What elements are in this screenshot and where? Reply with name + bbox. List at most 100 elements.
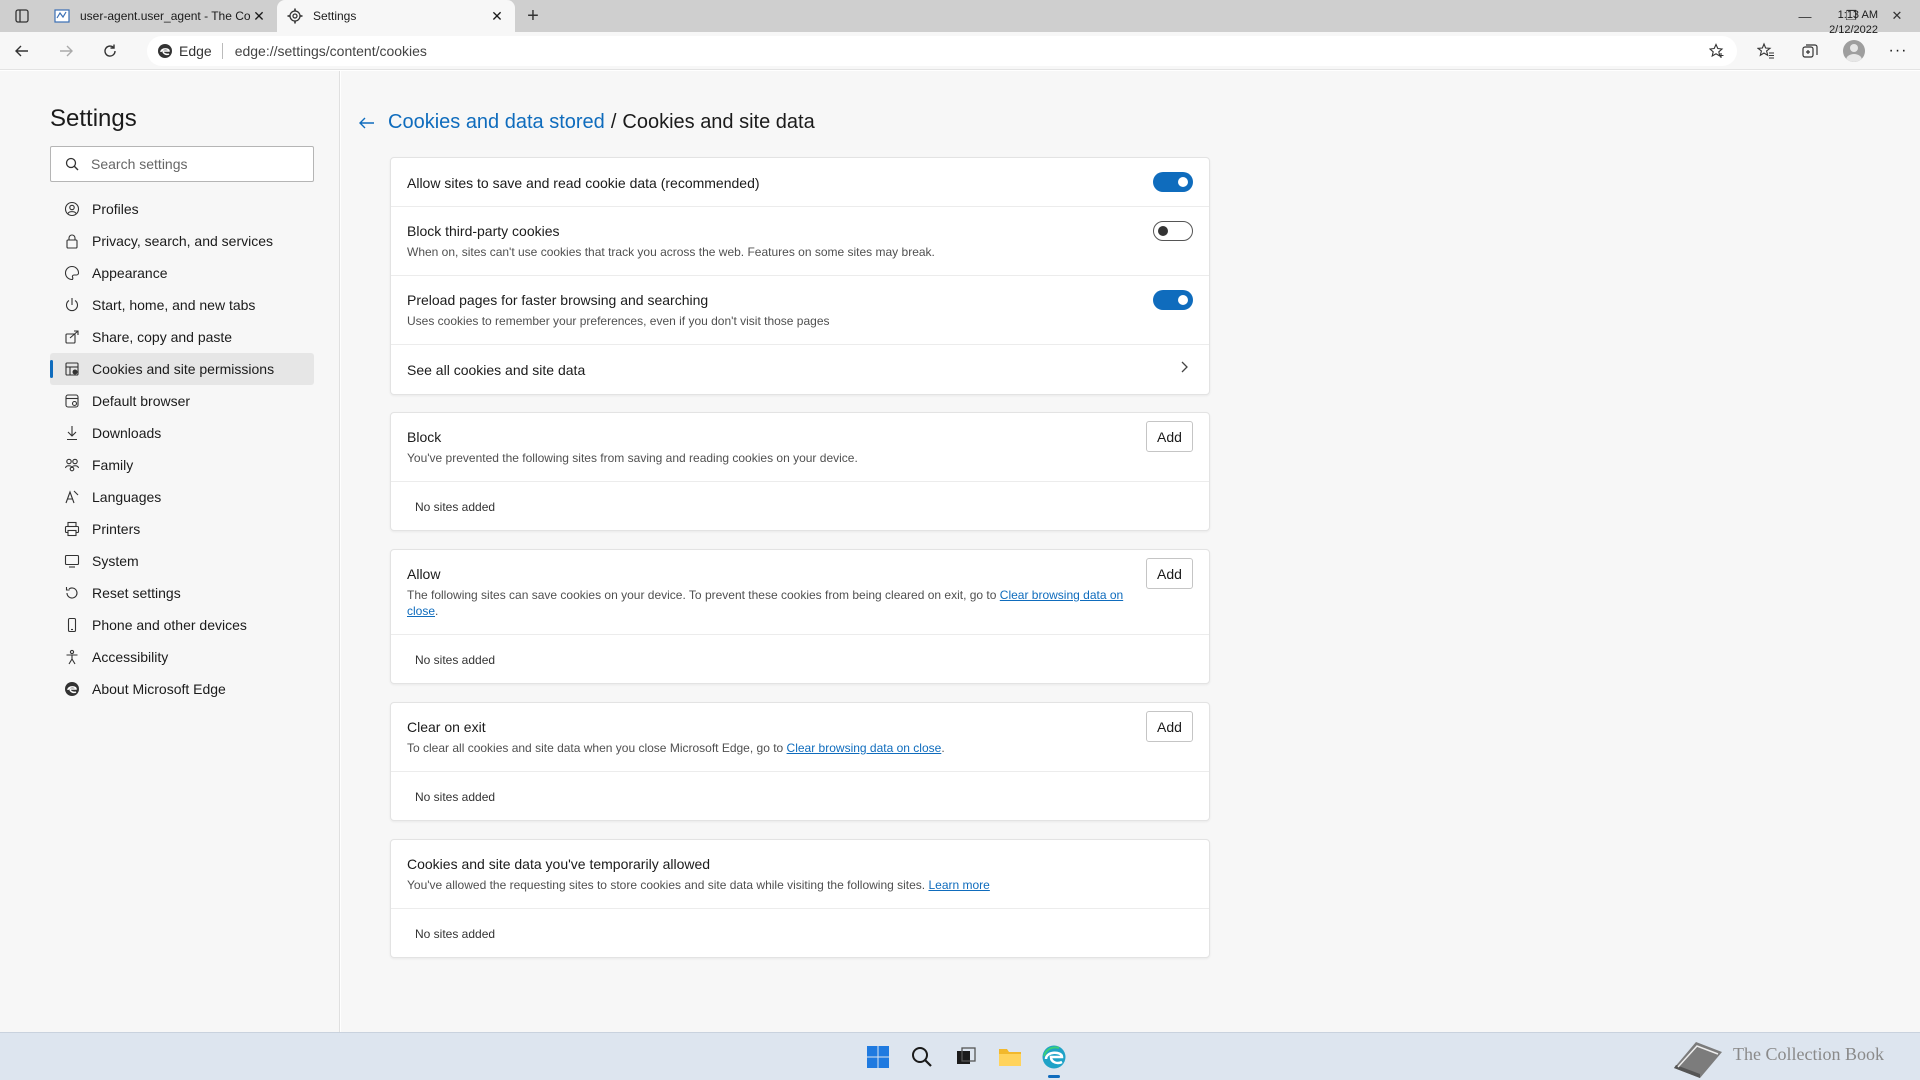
tab-settings[interactable]: Settings ✕ <box>277 0 515 32</box>
sidebar-item-printers[interactable]: Printers <box>50 513 314 545</box>
allow-cookies-toggle[interactable] <box>1153 172 1193 192</box>
block-card: Block You've prevented the following sit… <box>390 412 1210 531</box>
sidebar-item-profiles[interactable]: Profiles <box>50 193 314 225</box>
sidebar-item-cookies[interactable]: Cookies and site permissions <box>50 353 314 385</box>
block-empty-text: No sites added <box>415 500 496 514</box>
temp-empty-row: No sites added <box>391 909 1209 957</box>
see-all-cookies-title: See all cookies and site data <box>407 362 586 378</box>
breadcrumb-parent-link[interactable]: Cookies and data stored <box>388 111 605 134</box>
back-button[interactable] <box>0 32 44 70</box>
sidebar-item-privacy[interactable]: Privacy, search, and services <box>50 225 314 257</box>
start-button[interactable] <box>856 1033 900 1080</box>
share-icon <box>64 329 80 345</box>
edge-logo-icon <box>158 44 172 58</box>
temp-title: Cookies and site data you've temporarily… <box>407 856 711 872</box>
sidebar-item-label: Share, copy and paste <box>92 329 233 345</box>
sidebar-item-appearance[interactable]: Appearance <box>50 257 314 289</box>
tab-user-agent[interactable]: user-agent.user_agent - The Col ✕ <box>44 0 277 32</box>
search-box[interactable] <box>50 146 314 182</box>
sidebar-item-system[interactable]: System <box>50 545 314 577</box>
clock-date: 2/12/2022 <box>1829 24 1878 36</box>
reset-icon <box>64 585 80 601</box>
sidebar-item-languages[interactable]: Languages <box>50 481 314 513</box>
power-icon <box>64 297 80 313</box>
sidebar-item-phone-devices[interactable]: Phone and other devices <box>50 609 314 641</box>
search-settings-input[interactable] <box>91 156 301 172</box>
sidebar-item-about[interactable]: About Microsoft Edge <box>50 673 314 705</box>
search-icon <box>912 1047 932 1067</box>
close-tab-icon[interactable]: ✕ <box>251 8 267 24</box>
temp-desc: You've allowed the requesting sites to s… <box>407 877 1193 893</box>
close-window-button[interactable]: ✕ <box>1874 0 1920 32</box>
preload-toggle[interactable] <box>1153 290 1193 310</box>
allow-empty-row: No sites added <box>391 635 1209 683</box>
search-taskbar-button[interactable] <box>900 1033 944 1080</box>
sidebar-item-downloads[interactable]: Downloads <box>50 417 314 449</box>
printer-icon <box>64 521 80 537</box>
refresh-button[interactable] <box>88 32 132 70</box>
favorites-button[interactable] <box>1744 32 1788 70</box>
tab-actions-button[interactable] <box>0 0 44 32</box>
clear-header-row: Clear on exit To clear all cookies and s… <box>391 703 1209 772</box>
minimize-button[interactable]: — <box>1782 0 1828 32</box>
plus-icon: + <box>527 4 539 27</box>
site-identity[interactable]: Edge <box>157 43 223 59</box>
sidebar-item-family[interactable]: Family <box>50 449 314 481</box>
clear-empty-row: No sites added <box>391 772 1209 820</box>
sidebar-item-label: System <box>92 553 139 569</box>
allow-desc: The following sites can save cookies on … <box>407 587 1127 619</box>
clear-desc-suffix: . <box>941 741 945 755</box>
sidebar-item-label: Default browser <box>92 393 191 409</box>
tab-actions-icon <box>15 9 29 23</box>
sidebar-item-accessibility[interactable]: Accessibility <box>50 641 314 673</box>
sidebar-item-start-home[interactable]: Start, home, and new tabs <box>50 289 314 321</box>
allow-empty-text: No sites added <box>415 653 496 667</box>
back-arrow-icon[interactable] <box>358 114 378 132</box>
clear-title: Clear on exit <box>407 719 486 735</box>
gear-icon <box>287 8 303 24</box>
allow-add-button[interactable]: Add <box>1146 558 1193 589</box>
collections-button[interactable] <box>1788 32 1832 70</box>
browser-toolbar: Edge edge://settings/content/cookies ··· <box>0 32 1920 70</box>
sidebar-item-reset[interactable]: Reset settings <box>50 577 314 609</box>
address-bar[interactable]: Edge edge://settings/content/cookies <box>147 36 1737 66</box>
block-third-party-toggle[interactable] <box>1153 221 1193 241</box>
settings-sidebar: Settings Profiles Privacy, search, and s… <box>0 71 340 1032</box>
sidebar-item-label: Accessibility <box>92 649 169 665</box>
block-empty-row: No sites added <box>391 482 1209 530</box>
refresh-icon <box>104 44 116 57</box>
learn-more-link[interactable]: Learn more <box>928 878 989 892</box>
sidebar-title: Settings <box>50 105 137 132</box>
breadcrumb: Cookies and data stored / Cookies and si… <box>358 111 815 134</box>
clear-add-button[interactable]: Add <box>1146 711 1193 742</box>
file-explorer-button[interactable] <box>988 1033 1032 1080</box>
see-all-cookies-row[interactable]: See all cookies and site data <box>391 345 1209 394</box>
sidebar-item-share-copy[interactable]: Share, copy and paste <box>50 321 314 353</box>
chevron-right-icon <box>1177 360 1191 379</box>
allow-cookies-row: Allow sites to save and read cookie data… <box>391 158 1209 207</box>
book-watermark-icon <box>1674 1042 1722 1078</box>
block-add-button[interactable]: Add <box>1146 421 1193 452</box>
sidebar-item-label: Languages <box>92 489 162 505</box>
sidebar-item-default-browser[interactable]: Default browser <box>50 385 314 417</box>
new-tab-button[interactable]: + <box>515 0 551 32</box>
close-icon: ✕ <box>1891 8 1903 23</box>
palette-icon <box>64 265 80 281</box>
sidebar-item-label: About Microsoft Edge <box>92 681 226 697</box>
edge-taskbar-button[interactable] <box>1032 1033 1076 1080</box>
add-favorite-icon[interactable] <box>1708 43 1725 62</box>
clock[interactable]: 1:13 AM 2/12/2022 <box>1829 8 1878 38</box>
cookie-settings-card: Allow sites to save and read cookie data… <box>390 157 1210 395</box>
close-tab-icon[interactable]: ✕ <box>489 8 505 24</box>
task-view-button[interactable] <box>944 1033 988 1080</box>
clear-browsing-data-link[interactable]: Clear browsing data on close <box>787 741 942 755</box>
forward-button[interactable] <box>44 32 88 70</box>
more-menu-button[interactable]: ··· <box>1876 32 1920 70</box>
sidebar-item-label: Appearance <box>92 265 168 281</box>
clear-on-exit-card: Clear on exit To clear all cookies and s… <box>390 702 1210 821</box>
settings-content: Cookies and data stored / Cookies and si… <box>341 71 1920 1032</box>
watermark-text: The Collection Book <box>1733 1044 1884 1064</box>
tab-strip: user-agent.user_agent - The Col ✕ Settin… <box>0 0 1920 32</box>
preload-row: Preload pages for faster browsing and se… <box>391 276 1209 345</box>
allow-desc-text: The following sites can save cookies on … <box>407 588 1000 602</box>
